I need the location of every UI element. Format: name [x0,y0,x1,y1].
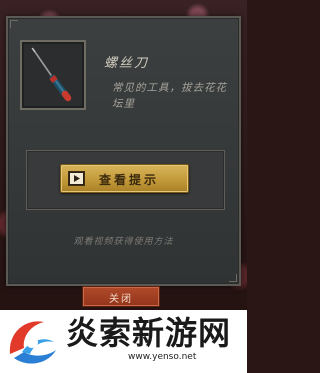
view-hint-button[interactable]: 查看提示 [60,164,189,193]
game-screen: 螺丝刀 常见的工具，拔去花花坛里 查看提示 观看视频获得使用方法 关闭 炎索新游… [0,0,247,373]
close-button[interactable]: 关闭 [82,286,160,307]
hint-section: 查看提示 [26,150,225,210]
item-name: 螺丝刀 [104,56,150,71]
item-description: 常见的工具，拔去花花坛里 [112,82,227,110]
item-detail-dialog: 螺丝刀 常见的工具，拔去花花坛里 查看提示 观看视频获得使用方法 [6,16,241,286]
video-play-icon [68,171,85,186]
screwdriver-icon [31,47,72,102]
site-logo-icon [9,321,56,364]
video-method-note: 观看视频获得使用方法 [73,237,174,247]
view-hint-label: 查看提示 [99,173,160,187]
close-label: 关闭 [109,294,133,305]
item-image-frame [20,40,86,110]
site-name: 炎索新游网 [66,314,232,352]
site-url: www.yenso.net [128,352,197,362]
site-watermark: 炎索新游网 www.yenso.net [0,310,247,373]
